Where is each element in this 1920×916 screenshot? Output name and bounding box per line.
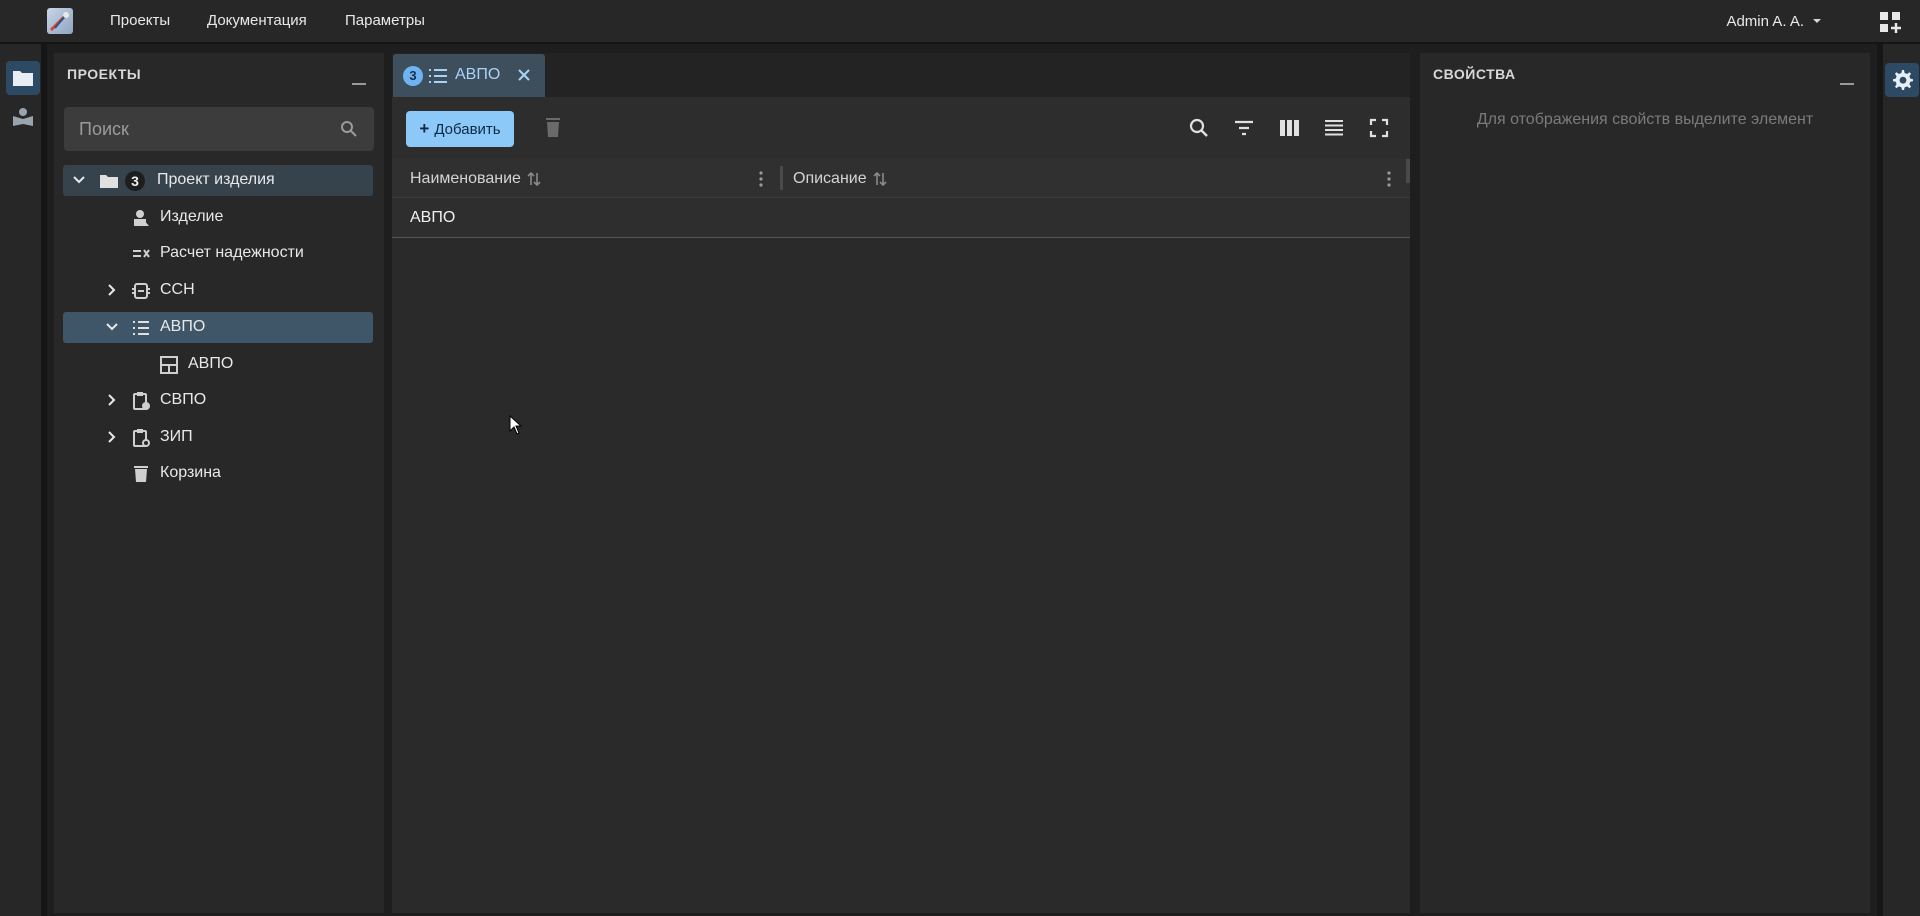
search-input[interactable] xyxy=(64,107,334,151)
tab-badge: 3 xyxy=(403,66,423,86)
app-logo[interactable] xyxy=(47,8,73,34)
sort-icon[interactable] xyxy=(873,171,887,187)
tree-item-avpo-table[interactable]: АВПО xyxy=(63,349,373,380)
tree-item-label: Корзина xyxy=(160,464,221,481)
folder-icon xyxy=(100,175,118,188)
table-header: Наименование Описание xyxy=(392,159,1410,198)
tree-item-svpo[interactable]: СВПО xyxy=(63,385,373,416)
search-box xyxy=(64,107,374,151)
search-icon[interactable] xyxy=(340,120,358,138)
filter-icon[interactable] xyxy=(1232,116,1256,140)
user-name: Admin A. A. xyxy=(1726,12,1804,30)
properties-panel-title: СВОЙСТВА xyxy=(1433,66,1516,82)
right-rail xyxy=(1877,44,1920,916)
nav-settings[interactable]: Параметры xyxy=(345,0,425,42)
tab-label: АВПО xyxy=(455,66,501,83)
tree-item-reliability[interactable]: Расчет надежности xyxy=(63,238,373,269)
search-icon[interactable] xyxy=(1187,116,1211,140)
count-badge: 3 xyxy=(125,171,145,191)
scrollbar[interactable] xyxy=(1406,159,1410,183)
toolbar: + Добавить xyxy=(392,97,1410,159)
list-icon xyxy=(133,321,149,335)
tree-item-label: АВПО xyxy=(188,355,234,372)
columns-icon[interactable] xyxy=(1277,116,1301,140)
nav-documentation[interactable]: Документация xyxy=(207,0,307,42)
caret-down-icon xyxy=(1813,19,1821,23)
tree-item-label: АВПО xyxy=(160,318,206,335)
fullscreen-icon[interactable] xyxy=(1367,116,1391,140)
chevron-right-icon[interactable] xyxy=(104,392,120,408)
tree-item-label: Проект изделия xyxy=(157,171,275,188)
nav-projects[interactable]: Проекты xyxy=(110,0,170,42)
projects-panel: ПРОЕКТЫ 3 Проект изделия Изделие Расчет … xyxy=(54,53,384,913)
tree-item-project[interactable]: 3 Проект изделия xyxy=(63,165,373,196)
table-icon xyxy=(160,356,178,374)
reader-icon xyxy=(13,108,33,126)
plus-icon: + xyxy=(419,119,430,138)
top-bar: Проекты Документация Параметры Admin A. … xyxy=(0,0,1920,44)
close-icon[interactable] xyxy=(516,67,532,83)
density-icon[interactable] xyxy=(1322,116,1346,140)
sort-icon[interactable] xyxy=(527,171,541,187)
chevron-right-icon[interactable] xyxy=(104,282,120,298)
add-button-label: Добавить xyxy=(434,120,501,138)
clipboard-icon xyxy=(133,392,150,410)
tab-bar: 3 АВПО xyxy=(392,53,1410,98)
tree-item-label: СВПО xyxy=(160,391,207,408)
chevron-down-icon[interactable] xyxy=(104,319,120,335)
list-icon xyxy=(429,69,447,83)
column-menu-icon[interactable] xyxy=(1386,170,1392,188)
tree-item-zip[interactable]: ЗИП xyxy=(63,422,373,453)
chevron-right-icon[interactable] xyxy=(104,429,120,445)
table-cell-name: АВПО xyxy=(410,209,456,226)
rail-projects-button[interactable] xyxy=(6,61,40,95)
mouse-cursor-icon xyxy=(509,415,523,435)
product-icon xyxy=(134,210,149,226)
tree-item-ssn[interactable]: ССН xyxy=(63,275,373,306)
left-rail xyxy=(0,44,47,916)
minimize-properties-button[interactable] xyxy=(1840,83,1854,85)
column-header-label: Наименование xyxy=(410,170,521,187)
rail-settings-button[interactable] xyxy=(1885,63,1919,97)
column-header-name[interactable]: Наименование xyxy=(410,159,541,198)
trash-icon xyxy=(134,466,148,482)
tab-avpo[interactable]: 3 АВПО xyxy=(393,54,545,98)
add-button[interactable]: + Добавить xyxy=(406,111,514,147)
column-resize-handle[interactable] xyxy=(780,166,783,190)
apps-add-icon[interactable] xyxy=(1878,10,1902,34)
user-menu[interactable]: Admin A. A. xyxy=(1726,0,1822,42)
tree-item-label: ССН xyxy=(160,281,195,298)
tree-item-label: ЗИП xyxy=(160,428,193,445)
folder-icon xyxy=(13,71,33,86)
delete-icon[interactable] xyxy=(543,116,563,138)
rail-reader-button[interactable] xyxy=(6,100,40,134)
checklist-icon xyxy=(133,249,150,258)
projects-panel-title: ПРОЕКТЫ xyxy=(67,66,142,82)
chevron-down-icon[interactable] xyxy=(71,172,87,188)
properties-empty-text: Для отображения свойств выделите элемент xyxy=(1476,111,1814,128)
tree-item-product[interactable]: Изделие xyxy=(63,202,373,233)
column-header-label: Описание xyxy=(793,170,867,187)
table-row[interactable]: АВПО xyxy=(392,198,1410,238)
column-header-description[interactable]: Описание xyxy=(793,159,887,198)
properties-panel: СВОЙСТВА Для отображения свойств выделит… xyxy=(1420,53,1870,913)
clipboard-gear-icon xyxy=(133,429,150,447)
tree-item-avpo[interactable]: АВПО xyxy=(63,312,373,343)
tree-item-trash[interactable]: Корзина xyxy=(63,458,373,489)
ssn-icon xyxy=(132,283,150,299)
gear-icon xyxy=(1893,70,1913,90)
minimize-projects-button[interactable] xyxy=(352,83,366,85)
content-area: + Добавить Наименование Описание АВПО xyxy=(392,97,1410,913)
tree-item-label: Изделие xyxy=(160,208,224,225)
column-menu-icon[interactable] xyxy=(758,170,764,188)
tree-item-label: Расчет надежности xyxy=(160,244,304,261)
